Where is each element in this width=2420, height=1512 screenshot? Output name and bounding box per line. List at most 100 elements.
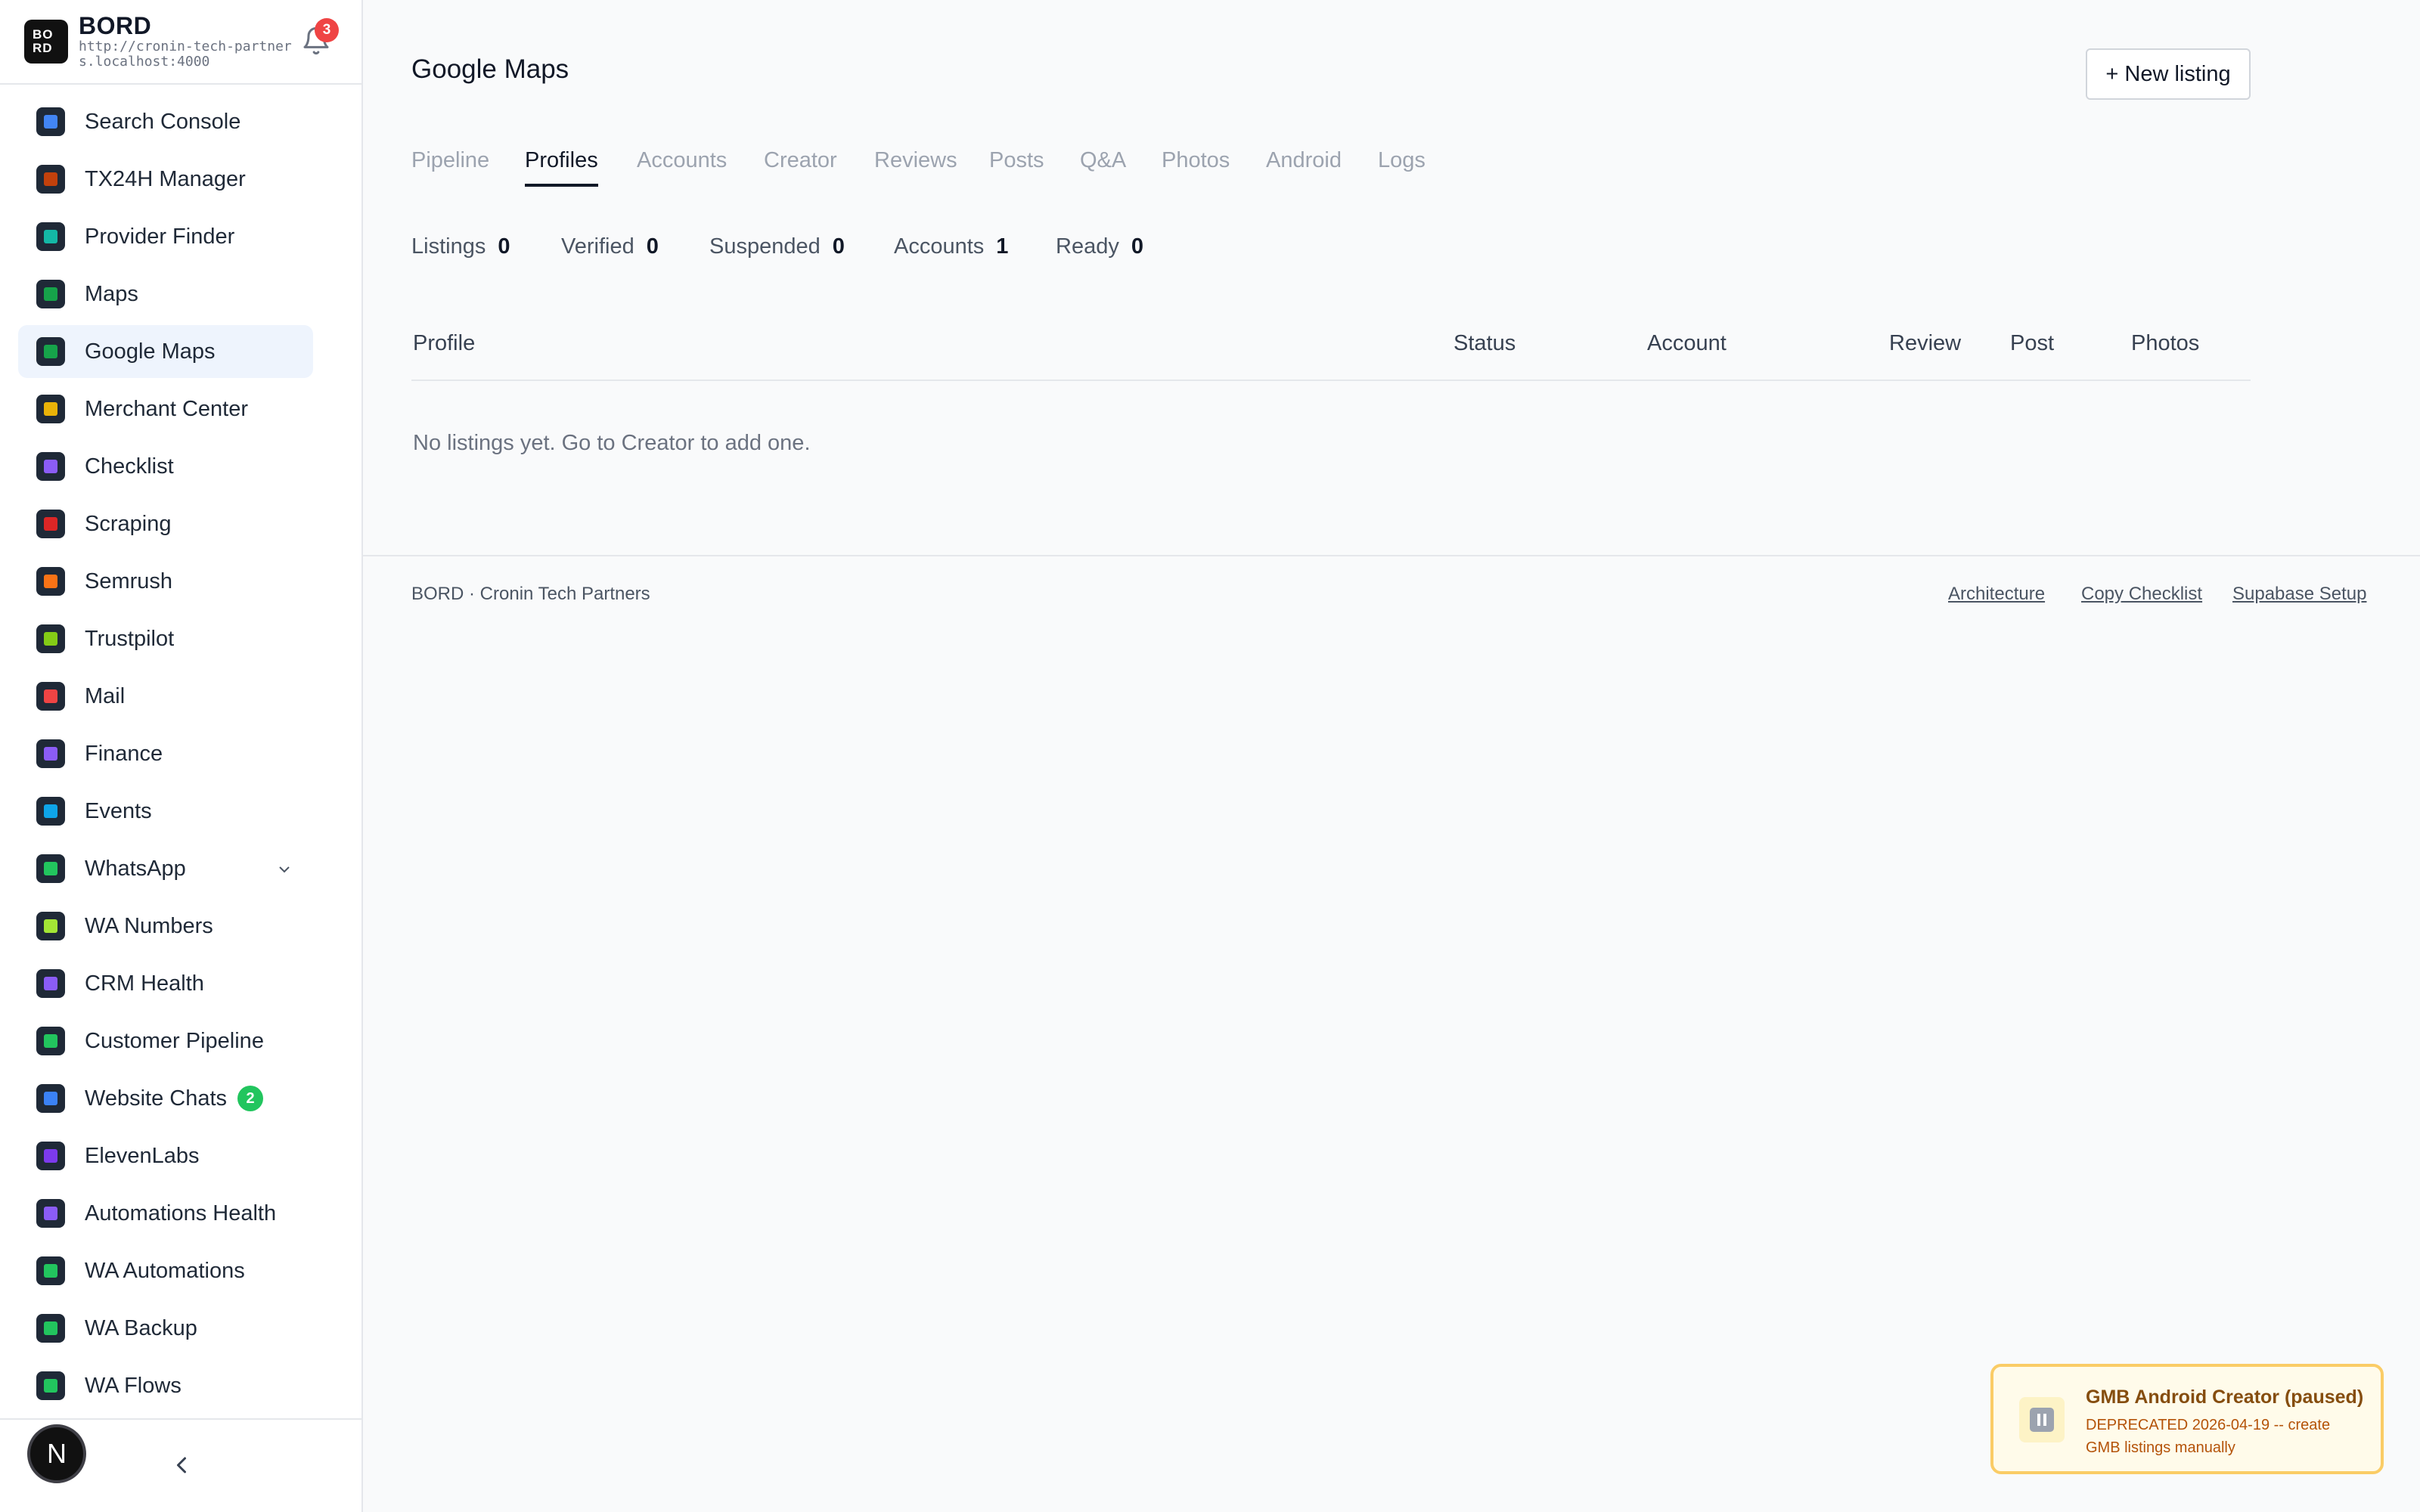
stat-value: 0 bbox=[1131, 234, 1143, 259]
events-icon bbox=[36, 797, 65, 826]
sidebar-item-wa-flows[interactable]: WA Flows bbox=[18, 1359, 313, 1412]
brand-name: BORD bbox=[79, 12, 152, 39]
status-toast[interactable]: GMB Android Creator (paused) DEPRECATED … bbox=[1990, 1364, 2384, 1474]
footer-link-supabase-setup[interactable]: Supabase Setup bbox=[2232, 584, 2366, 605]
avatar[interactable]: N bbox=[27, 1424, 86, 1483]
sidebar-item-label: Scraping bbox=[85, 511, 172, 536]
tab-reviews[interactable]: Reviews bbox=[874, 148, 957, 184]
sidebar-item-label: Trustpilot bbox=[85, 626, 175, 651]
customer-pipeline-icon bbox=[36, 1027, 65, 1055]
sidebar-item-checklist[interactable]: Checklist bbox=[18, 440, 313, 493]
brand-header: BO RD BORD http://cronin-tech-partners.l… bbox=[0, 0, 361, 85]
sidebar-item-website-chats[interactable]: Website Chats 2 bbox=[18, 1072, 313, 1125]
sidebar-item-merchant-center[interactable]: Merchant Center bbox=[18, 383, 313, 435]
sidebar-item-customer-pipeline[interactable]: Customer Pipeline bbox=[18, 1015, 313, 1067]
tab-creator[interactable]: Creator bbox=[764, 148, 837, 184]
sidebar-item-label: WA Flows bbox=[85, 1373, 182, 1398]
sidebar-item-tx24h-manager[interactable]: TX24H Manager bbox=[18, 153, 313, 206]
column-header-post[interactable]: Post bbox=[2010, 331, 2054, 356]
stat-verified: Verified 0 bbox=[561, 234, 659, 259]
table-header: Profile Status Account Review Post Photo… bbox=[411, 318, 2251, 381]
new-listing-button[interactable]: + New listing bbox=[2086, 48, 2251, 100]
sidebar-item-trustpilot[interactable]: Trustpilot bbox=[18, 612, 313, 665]
column-header-status[interactable]: Status bbox=[1454, 331, 1516, 356]
sidebar-item-maps[interactable]: Maps bbox=[18, 268, 313, 321]
sidebar-item-wa-numbers[interactable]: WA Numbers bbox=[18, 900, 313, 953]
page-title: Google Maps bbox=[411, 54, 569, 84]
footer-link-architecture[interactable]: Architecture bbox=[1948, 584, 2045, 605]
column-header-review[interactable]: Review bbox=[1889, 331, 1961, 356]
collapse-sidebar-icon[interactable] bbox=[168, 1452, 195, 1479]
sidebar-item-whatsapp[interactable]: WhatsApp bbox=[18, 842, 313, 895]
tab-profiles[interactable]: Profiles bbox=[525, 148, 598, 187]
sidebar-item-label: TX24H Manager bbox=[85, 166, 246, 191]
sidebar-item-scraping[interactable]: Scraping bbox=[18, 497, 313, 550]
sidebar-item-automations-health[interactable]: Automations Health bbox=[18, 1187, 313, 1240]
crm-health-icon bbox=[36, 969, 65, 998]
whatsapp-icon bbox=[36, 854, 65, 883]
sidebar-item-label: ElevenLabs bbox=[85, 1143, 200, 1168]
stat-label: Verified bbox=[561, 234, 634, 259]
brand-logo: BO RD bbox=[24, 20, 68, 64]
column-header-photos[interactable]: Photos bbox=[2131, 331, 2199, 356]
toast-body: DEPRECATED 2026-04-19 -- create GMB list… bbox=[2086, 1417, 2331, 1456]
sidebar-item-events[interactable]: Events bbox=[18, 785, 313, 838]
automations-health-icon bbox=[36, 1199, 65, 1228]
stat-listings: Listings 0 bbox=[411, 234, 510, 259]
empty-state-message: No listings yet. Go to Creator to add on… bbox=[413, 431, 811, 455]
sidebar-item-google-maps[interactable]: Google Maps bbox=[18, 325, 313, 378]
google-maps-icon bbox=[36, 337, 65, 366]
sidebar-item-search-console[interactable]: Search Console bbox=[18, 95, 313, 148]
sidebar-item-label: Checklist bbox=[85, 454, 174, 479]
stat-label: Listings bbox=[411, 234, 486, 259]
scraping-icon bbox=[36, 510, 65, 538]
semrush-icon bbox=[36, 567, 65, 596]
wa-numbers-icon bbox=[36, 912, 65, 940]
sidebar-item-label: Google Maps bbox=[85, 339, 216, 364]
sidebar-item-provider-finder[interactable]: Provider Finder bbox=[18, 210, 313, 263]
footer-credit: BORD · Cronin Tech Partners bbox=[411, 584, 650, 604]
sidebar-item-label: CRM Health bbox=[85, 971, 204, 996]
tab-logs[interactable]: Logs bbox=[1378, 148, 1426, 184]
finance-icon bbox=[36, 739, 65, 768]
stat-value: 0 bbox=[646, 234, 659, 259]
sidebar-item-label: Search Console bbox=[85, 109, 241, 134]
sidebar-item-elevenlabs[interactable]: ElevenLabs bbox=[18, 1129, 313, 1182]
divider bbox=[363, 555, 2420, 556]
tab-android[interactable]: Android bbox=[1266, 148, 1342, 184]
sidebar-item-label: WA Automations bbox=[85, 1258, 245, 1283]
sidebar-item-crm-health[interactable]: CRM Health bbox=[18, 957, 313, 1010]
website-chats-icon bbox=[36, 1084, 65, 1113]
wa-flows-icon bbox=[36, 1371, 65, 1400]
sidebar-item-semrush[interactable]: Semrush bbox=[18, 555, 313, 608]
column-header-account[interactable]: Account bbox=[1647, 331, 1727, 356]
tab-accounts[interactable]: Accounts bbox=[637, 148, 727, 184]
column-header-profile[interactable]: Profile bbox=[413, 331, 475, 356]
sidebar-item-wa-backup[interactable]: WA Backup bbox=[18, 1302, 313, 1355]
footer-link-copy-checklist[interactable]: Copy Checklist bbox=[2081, 584, 2202, 605]
tab-photos[interactable]: Photos bbox=[1162, 148, 1230, 184]
checklist-icon bbox=[36, 452, 65, 481]
chevron-down-icon[interactable] bbox=[275, 860, 293, 878]
sidebar-item-label: Semrush bbox=[85, 569, 173, 593]
tab-qa[interactable]: Q&A bbox=[1080, 148, 1126, 184]
tab-posts[interactable]: Posts bbox=[989, 148, 1044, 184]
sidebar-item-label: Website Chats bbox=[85, 1086, 228, 1111]
sidebar-item-label: WA Numbers bbox=[85, 913, 213, 938]
stat-label: Suspended bbox=[709, 234, 821, 259]
notification-badge: 3 bbox=[315, 18, 339, 42]
sidebar-item-label: Finance bbox=[85, 741, 163, 766]
sidebar: BO RD BORD http://cronin-tech-partners.l… bbox=[0, 0, 363, 1512]
sidebar-item-label: Customer Pipeline bbox=[85, 1028, 264, 1053]
tab-pipeline[interactable]: Pipeline bbox=[411, 148, 489, 184]
provider-finder-icon bbox=[36, 222, 65, 251]
sidebar-item-finance[interactable]: Finance bbox=[18, 727, 313, 780]
trustpilot-icon bbox=[36, 624, 65, 653]
sidebar-item-label: Provider Finder bbox=[85, 224, 235, 249]
elevenlabs-icon bbox=[36, 1142, 65, 1170]
sidebar-item-wa-automations[interactable]: WA Automations bbox=[18, 1244, 313, 1297]
pause-icon bbox=[2019, 1397, 2065, 1442]
sidebar-item-label: Events bbox=[85, 798, 152, 823]
stat-label: Ready bbox=[1056, 234, 1119, 259]
sidebar-item-mail[interactable]: Mail bbox=[18, 670, 313, 723]
